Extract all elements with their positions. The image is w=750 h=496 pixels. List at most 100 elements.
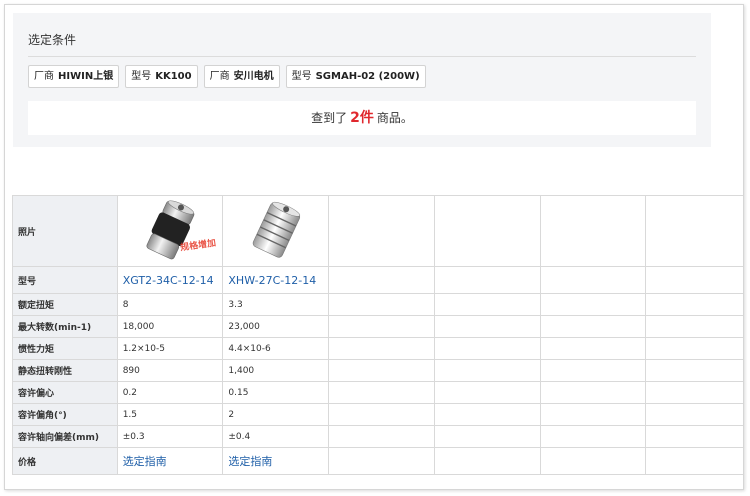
condition-chips: 厂商 HIWIN上银 型号 KK100 厂商 安川电机 型号 SGMAH-02 (200… [28, 65, 426, 88]
chip-key: 型号 [291, 71, 312, 82]
row-label-rated-torque: 额定扭矩 [12, 293, 118, 316]
empty-cell [645, 315, 743, 338]
empty-cell [328, 293, 435, 316]
empty-cell [539, 337, 647, 360]
comparison-table: 照片 规格增加 型号 XGT2-34C-12-14 XHW-27C-12-14 … [12, 195, 743, 475]
condition-chip-maker-1[interactable]: 厂商 HIWIN上银 [28, 65, 120, 88]
row-label-inertia: 惯性力矩 [12, 337, 118, 360]
row-label-torsional-stiffness: 静态扭转刚性 [12, 359, 118, 382]
table-row-inertia: 惯性力矩 1.2×10-5 4.4×10-6 [12, 337, 743, 360]
empty-cell [328, 359, 435, 382]
empty-cell [433, 403, 541, 426]
table-row-axial-misalignment: 容许轴向偏差(mm) ±0.3 ±0.4 [12, 425, 743, 448]
empty-cell [433, 359, 541, 382]
row-label-max-speed: 最大转数(min-1) [12, 315, 118, 338]
empty-cell [433, 381, 541, 404]
condition-chip-model-1[interactable]: 型号 KK100 [125, 65, 198, 88]
empty-cell [539, 425, 647, 448]
empty-cell [328, 425, 435, 448]
empty-cell [645, 447, 743, 475]
empty-cell [645, 425, 743, 448]
empty-cell [433, 447, 541, 475]
chip-value: 安川电机 [233, 71, 274, 82]
product-model-link[interactable]: XHW-27C-12-14 [228, 274, 316, 287]
condition-chip-model-2[interactable]: 型号 SGMAH-02 (200W) [285, 65, 426, 88]
empty-cell [328, 447, 435, 475]
conditions-title: 选定条件 [28, 33, 77, 47]
selection-guide-link[interactable]: 选定指南 [123, 455, 167, 468]
empty-cell [433, 266, 541, 294]
empty-cell [645, 195, 743, 267]
table-cell: 2 [222, 403, 330, 426]
result-suffix: 商品。 [376, 111, 413, 125]
slit-coupling-image [252, 201, 300, 258]
row-label-parallel-misalignment: 容许偏心 [12, 381, 118, 404]
empty-cell [539, 293, 647, 316]
empty-cell [539, 381, 647, 404]
jaw-coupling-image [146, 200, 195, 260]
result-count-bar: 查到了 2件 商品。 [28, 101, 696, 135]
table-cell: 1,400 [222, 359, 330, 382]
empty-cell [328, 315, 435, 338]
empty-cell [328, 381, 435, 404]
table-row-photo: 照片 规格增加 [12, 195, 743, 267]
table-cell: 1.5 [116, 403, 224, 426]
empty-cell [645, 266, 743, 294]
product-compare-window: 选定条件 厂商 HIWIN上银 型号 KK100 厂商 安川电机 型号 SGMAH-02… [4, 4, 744, 490]
condition-chip-maker-2[interactable]: 厂商 安川电机 [203, 65, 280, 88]
product-photo-cell[interactable]: 规格增加 [116, 195, 224, 267]
price-cell: 选定指南 [222, 447, 330, 475]
product-model-cell: XHW-27C-12-14 [222, 266, 330, 294]
empty-cell [539, 266, 647, 294]
empty-cell [539, 447, 647, 475]
empty-cell [645, 381, 743, 404]
row-label-model: 型号 [12, 266, 118, 294]
table-cell: 3.3 [222, 293, 330, 316]
row-label-angular-misalignment: 容许偏角(°) [12, 403, 118, 426]
chip-key: 厂商 [34, 71, 54, 82]
table-row-torsional-stiffness: 静态扭转刚性 890 1,400 [12, 359, 743, 382]
table-row-angular-misalignment: 容许偏角(°) 1.5 2 [12, 403, 743, 426]
empty-cell [433, 425, 541, 448]
table-cell: 18,000 [116, 315, 224, 338]
table-cell: 8 [116, 293, 224, 316]
table-cell: 0.2 [116, 381, 224, 404]
table-cell: 23,000 [222, 315, 330, 338]
empty-cell [645, 293, 743, 316]
chip-value: SGMAH-02 (200W) [315, 71, 420, 82]
table-cell: 1.2×10-5 [116, 337, 224, 360]
empty-cell [328, 403, 435, 426]
empty-cell [433, 315, 541, 338]
empty-cell [433, 293, 541, 316]
empty-cell [433, 337, 541, 360]
table-row-rated-torque: 额定扭矩 8 3.3 [12, 293, 743, 316]
table-cell: ±0.4 [222, 425, 330, 448]
selection-conditions-panel: 选定条件 厂商 HIWIN上银 型号 KK100 厂商 安川电机 型号 SGMAH-02… [13, 13, 711, 147]
row-label-price: 价格 [12, 447, 118, 475]
table-cell: 4.4×10-6 [222, 337, 330, 360]
table-cell: ±0.3 [116, 425, 224, 448]
empty-cell [539, 403, 647, 426]
product-model-link[interactable]: XGT2-34C-12-14 [123, 274, 214, 287]
chip-value: HIWIN上银 [58, 71, 114, 82]
empty-cell [539, 195, 647, 267]
empty-cell [539, 359, 647, 382]
empty-cell [433, 195, 541, 267]
table-row-parallel-misalignment: 容许偏心 0.2 0.15 [12, 381, 743, 404]
empty-cell [645, 403, 743, 426]
empty-cell [328, 337, 435, 360]
empty-cell [539, 315, 647, 338]
product-model-cell: XGT2-34C-12-14 [116, 266, 224, 294]
price-cell: 选定指南 [116, 447, 224, 475]
product-photo-cell[interactable] [222, 195, 330, 267]
table-cell: 890 [116, 359, 224, 382]
table-row-model: 型号 XGT2-34C-12-14 XHW-27C-12-14 [12, 266, 743, 294]
divider [28, 56, 696, 57]
chip-key: 型号 [131, 71, 152, 82]
table-row-price: 价格 选定指南 选定指南 [12, 447, 743, 475]
empty-cell [645, 359, 743, 382]
table-cell: 0.15 [222, 381, 330, 404]
selection-guide-link[interactable]: 选定指南 [228, 455, 272, 468]
row-label-axial-misalignment: 容许轴向偏差(mm) [12, 425, 118, 448]
chip-value: KK100 [155, 71, 192, 82]
